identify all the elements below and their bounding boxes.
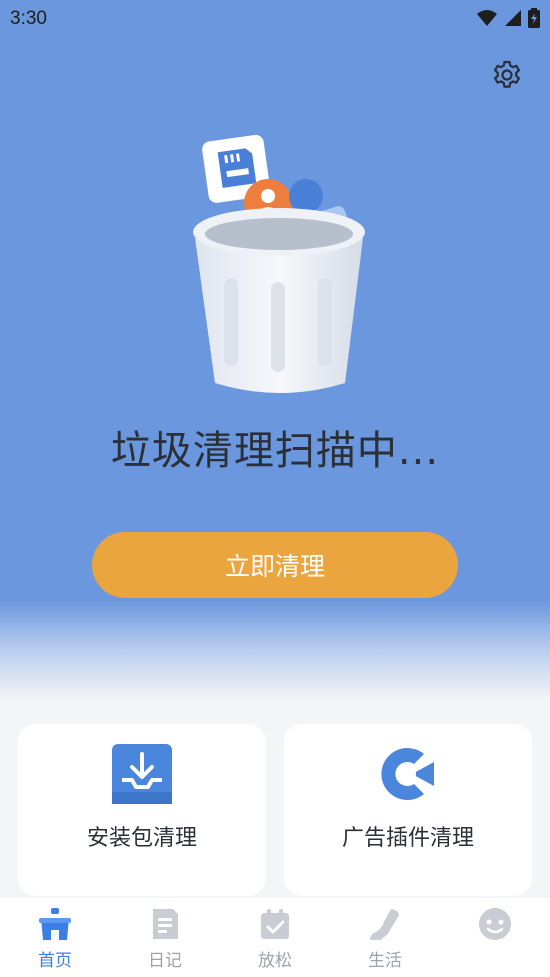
- nav-item-diary[interactable]: 日记: [110, 898, 220, 977]
- calendar-check-icon: [261, 909, 289, 939]
- scan-status-title: 垃圾清理扫描中...: [110, 428, 440, 474]
- clean-now-button[interactable]: 立即清理: [92, 532, 458, 598]
- nav-item-life[interactable]: 生活: [330, 898, 440, 977]
- diary-icon: [153, 909, 178, 939]
- shoe-icon: [370, 909, 399, 940]
- bottom-navigation: 首页 日记 放松 生活: [0, 898, 550, 977]
- gear-icon[interactable]: [490, 58, 524, 92]
- home-icon: [39, 908, 71, 940]
- download-tray-icon: [112, 744, 172, 804]
- nav-item-relax[interactable]: 放松: [220, 898, 330, 977]
- battery-icon: [528, 8, 540, 28]
- ad-plugin-clean-card[interactable]: 广告插件清理: [284, 724, 532, 896]
- nav-label-diary: 日记: [148, 951, 182, 971]
- status-bar: 3:30: [0, 0, 550, 38]
- nav-item-profile[interactable]: [440, 898, 550, 977]
- status-time: 3:30: [10, 8, 47, 29]
- apk-clean-label: 安装包清理: [86, 826, 197, 851]
- signal-icon: [505, 10, 521, 26]
- apk-clean-card[interactable]: 安装包清理: [18, 724, 266, 896]
- ad-plugin-icon: [381, 748, 434, 800]
- nav-label-life: 生活: [368, 951, 402, 971]
- status-icons: [476, 8, 540, 28]
- nav-label-home: 首页: [38, 951, 72, 971]
- face-icon: [479, 908, 511, 940]
- trash-can-illustration: [193, 134, 365, 393]
- wifi-icon: [477, 10, 497, 26]
- ad-plugin-clean-label: 广告插件清理: [341, 826, 474, 851]
- nav-item-home[interactable]: 首页: [0, 898, 110, 977]
- nav-label-relax: 放松: [258, 951, 292, 971]
